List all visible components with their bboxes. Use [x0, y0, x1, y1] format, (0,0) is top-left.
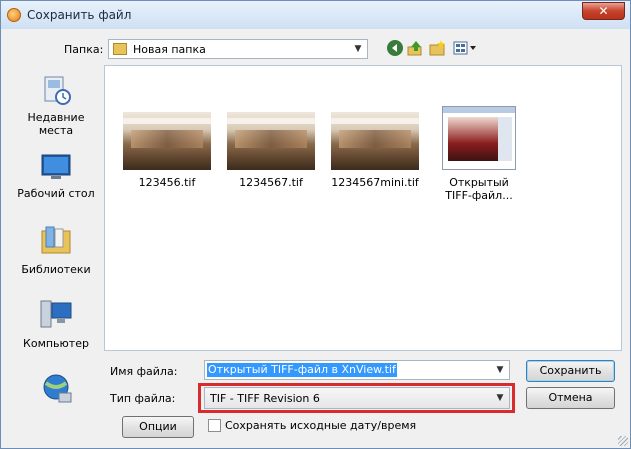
options-button[interactable]: Опции [122, 416, 194, 438]
file-name: 1234567.tif [239, 176, 303, 189]
up-arrow-icon [407, 41, 422, 56]
view-menu-button[interactable] [451, 39, 479, 59]
place-computer[interactable]: Компьютер [8, 299, 104, 350]
file-name-line2: TIFF-файл... [445, 189, 513, 202]
place-desktop[interactable]: Рабочий стол [8, 153, 104, 200]
file-name: Открытый [449, 176, 509, 189]
filename-input[interactable]: Открытый TIFF-файл в XnView.tif ▼ [204, 360, 510, 380]
close-button[interactable]: ✕ [582, 2, 625, 20]
window-title: Сохранить файл [27, 8, 132, 22]
up-folder-button[interactable] [405, 39, 425, 59]
new-folder-button[interactable] [427, 39, 447, 59]
place-desktop-label: Рабочий стол [17, 187, 95, 200]
view-grid-icon [453, 41, 476, 55]
file-item[interactable]: 1234567.tif [221, 112, 321, 189]
file-item[interactable]: 123456.tif [117, 112, 217, 189]
file-thumbnail [331, 112, 419, 170]
place-recent-label-2: места [38, 124, 74, 137]
folder-current: Новая папка [133, 43, 206, 56]
file-browser[interactable]: 123456.tif 1234567.tif 1234567mini.tif О… [104, 65, 622, 351]
place-recent[interactable]: Недавние места [8, 73, 104, 137]
file-name: 1234567mini.tif [331, 176, 419, 189]
folder-dropdown[interactable]: Новая папка ▼ [108, 39, 368, 59]
file-thumbnail [123, 112, 211, 170]
place-recent-label: Недавние [27, 111, 85, 124]
annotation-highlight [198, 383, 515, 413]
file-name: 123456.tif [138, 176, 196, 189]
place-libraries[interactable]: Библиотеки [8, 225, 104, 276]
chevron-down-icon: ▼ [354, 44, 362, 54]
place-libraries-label: Библиотеки [21, 263, 91, 276]
place-network[interactable] [8, 371, 104, 409]
computer-icon [40, 300, 72, 328]
place-computer-label: Компьютер [23, 337, 89, 350]
preserve-date-label: Сохранять исходные дату/время [225, 419, 417, 432]
save-button[interactable]: Сохранить [526, 360, 615, 382]
filetype-label: Тип файла: [110, 392, 176, 405]
network-icon [43, 374, 72, 403]
recent-places-icon [44, 76, 71, 105]
back-arrow-icon [387, 40, 403, 56]
preserve-date-checkbox[interactable] [208, 419, 221, 432]
desktop-icon [41, 154, 71, 179]
back-button[interactable] [385, 39, 405, 59]
save-file-dialog: Сохранить файл ✕ Папка: Новая папка ▼ Не… [0, 0, 631, 449]
cancel-button[interactable]: Отмена [526, 387, 615, 409]
folder-icon [113, 43, 127, 55]
file-item[interactable]: Открытый TIFF-файл... [429, 106, 529, 202]
filename-label: Имя файла: [110, 365, 178, 378]
xnview-app-icon [7, 8, 21, 22]
new-folder-icon [429, 40, 445, 56]
filename-value: Открытый TIFF-файл в XnView.tif [207, 363, 397, 377]
file-item[interactable]: 1234567mini.tif [325, 112, 425, 189]
chevron-down-icon: ▼ [496, 365, 504, 375]
title-bar[interactable]: Сохранить файл ✕ [1, 1, 630, 29]
resize-grip[interactable] [618, 436, 628, 446]
file-thumbnail [442, 106, 516, 170]
folder-label: Папка: [64, 43, 104, 56]
libraries-icon [41, 226, 71, 254]
file-thumbnail [227, 112, 315, 170]
